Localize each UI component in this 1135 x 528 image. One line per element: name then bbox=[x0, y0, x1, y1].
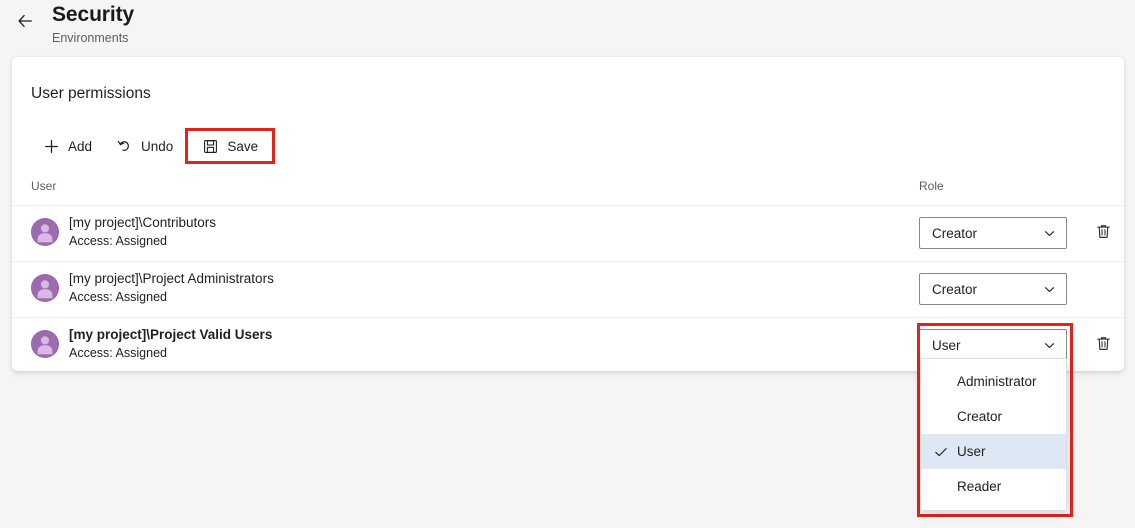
check-icon-placeholder bbox=[933, 364, 949, 399]
row-access-status: Access: Assigned bbox=[69, 234, 167, 248]
page-header: Security Environments bbox=[0, 0, 1135, 57]
role-cell: User bbox=[919, 329, 1067, 361]
undo-button[interactable]: Undo bbox=[104, 128, 185, 164]
menu-item-label: Reader bbox=[957, 479, 1002, 494]
role-dropdown-menu: Administrator Creator User Reader bbox=[920, 358, 1067, 511]
delete-row-button[interactable] bbox=[1090, 332, 1116, 358]
chevron-down-icon bbox=[1042, 282, 1056, 296]
row-texts: [my project]\Project Administrators Acce… bbox=[69, 270, 274, 306]
check-icon-placeholder bbox=[933, 399, 949, 434]
check-icon bbox=[933, 434, 949, 469]
role-dropdown-value: Creator bbox=[932, 225, 978, 241]
menu-item-reader[interactable]: Reader bbox=[921, 469, 1066, 504]
role-cell: Creator bbox=[919, 217, 1067, 249]
menu-item-administrator[interactable]: Administrator bbox=[921, 364, 1066, 399]
column-header-user: User bbox=[31, 179, 57, 193]
menu-item-user[interactable]: User bbox=[921, 434, 1066, 469]
permissions-table-body: [my project]\Contributors Access: Assign… bbox=[12, 206, 1124, 373]
undo-button-label: Undo bbox=[141, 138, 174, 154]
arrow-left-icon bbox=[16, 12, 34, 30]
header-titles: Security Environments bbox=[52, 2, 134, 46]
chevron-down-icon bbox=[1042, 338, 1056, 352]
row-texts: [my project]\Project Valid Users Access:… bbox=[69, 326, 272, 362]
table-header-row: User Role bbox=[12, 171, 1124, 203]
add-button[interactable]: Add bbox=[31, 128, 104, 164]
chevron-down-icon bbox=[1042, 226, 1056, 240]
role-dropdown-value: Creator bbox=[932, 281, 978, 297]
plus-icon bbox=[43, 138, 59, 154]
row-access-status: Access: Assigned bbox=[69, 290, 167, 304]
role-cell: Creator bbox=[919, 273, 1067, 305]
role-dropdown[interactable]: Creator bbox=[919, 273, 1067, 305]
save-button-label: Save bbox=[227, 138, 259, 154]
avatar bbox=[31, 330, 59, 358]
check-icon-placeholder bbox=[933, 469, 949, 504]
save-disk-icon bbox=[202, 138, 218, 154]
add-button-label: Add bbox=[68, 138, 93, 154]
row-user-name: [my project]\Project Administrators bbox=[69, 271, 274, 286]
page-title: Security bbox=[52, 3, 135, 26]
command-bar: Add Undo Save bbox=[31, 127, 276, 165]
row-access-status: Access: Assigned bbox=[69, 346, 167, 360]
role-dropdown[interactable]: Creator bbox=[919, 217, 1067, 249]
menu-item-label: User bbox=[957, 444, 986, 459]
trash-icon bbox=[1095, 223, 1112, 243]
menu-item-label: Administrator bbox=[957, 374, 1037, 389]
menu-item-creator[interactable]: Creator bbox=[921, 399, 1066, 434]
user-permissions-card: User permissions Add Undo Save User Role… bbox=[12, 57, 1124, 371]
save-button[interactable]: Save bbox=[185, 128, 276, 164]
table-row: [my project]\Contributors Access: Assign… bbox=[12, 206, 1124, 262]
table-row: [my project]\Project Administrators Acce… bbox=[12, 262, 1124, 318]
card-title: User permissions bbox=[31, 85, 151, 102]
role-dropdown-value: User bbox=[932, 337, 961, 353]
avatar bbox=[31, 274, 59, 302]
role-dropdown-open[interactable]: User bbox=[919, 329, 1067, 361]
back-button[interactable] bbox=[10, 7, 40, 35]
avatar bbox=[31, 218, 59, 246]
menu-item-label: Creator bbox=[957, 409, 1003, 424]
row-texts: [my project]\Contributors Access: Assign… bbox=[69, 214, 216, 250]
trash-icon bbox=[1095, 335, 1112, 355]
row-user-name: [my project]\Project Valid Users bbox=[69, 327, 273, 342]
undo-icon bbox=[116, 138, 132, 154]
column-header-role: Role bbox=[919, 179, 944, 193]
delete-row-button[interactable] bbox=[1090, 220, 1116, 246]
row-user-name: [my project]\Contributors bbox=[69, 215, 217, 230]
page-subtitle: Environments bbox=[52, 31, 129, 45]
